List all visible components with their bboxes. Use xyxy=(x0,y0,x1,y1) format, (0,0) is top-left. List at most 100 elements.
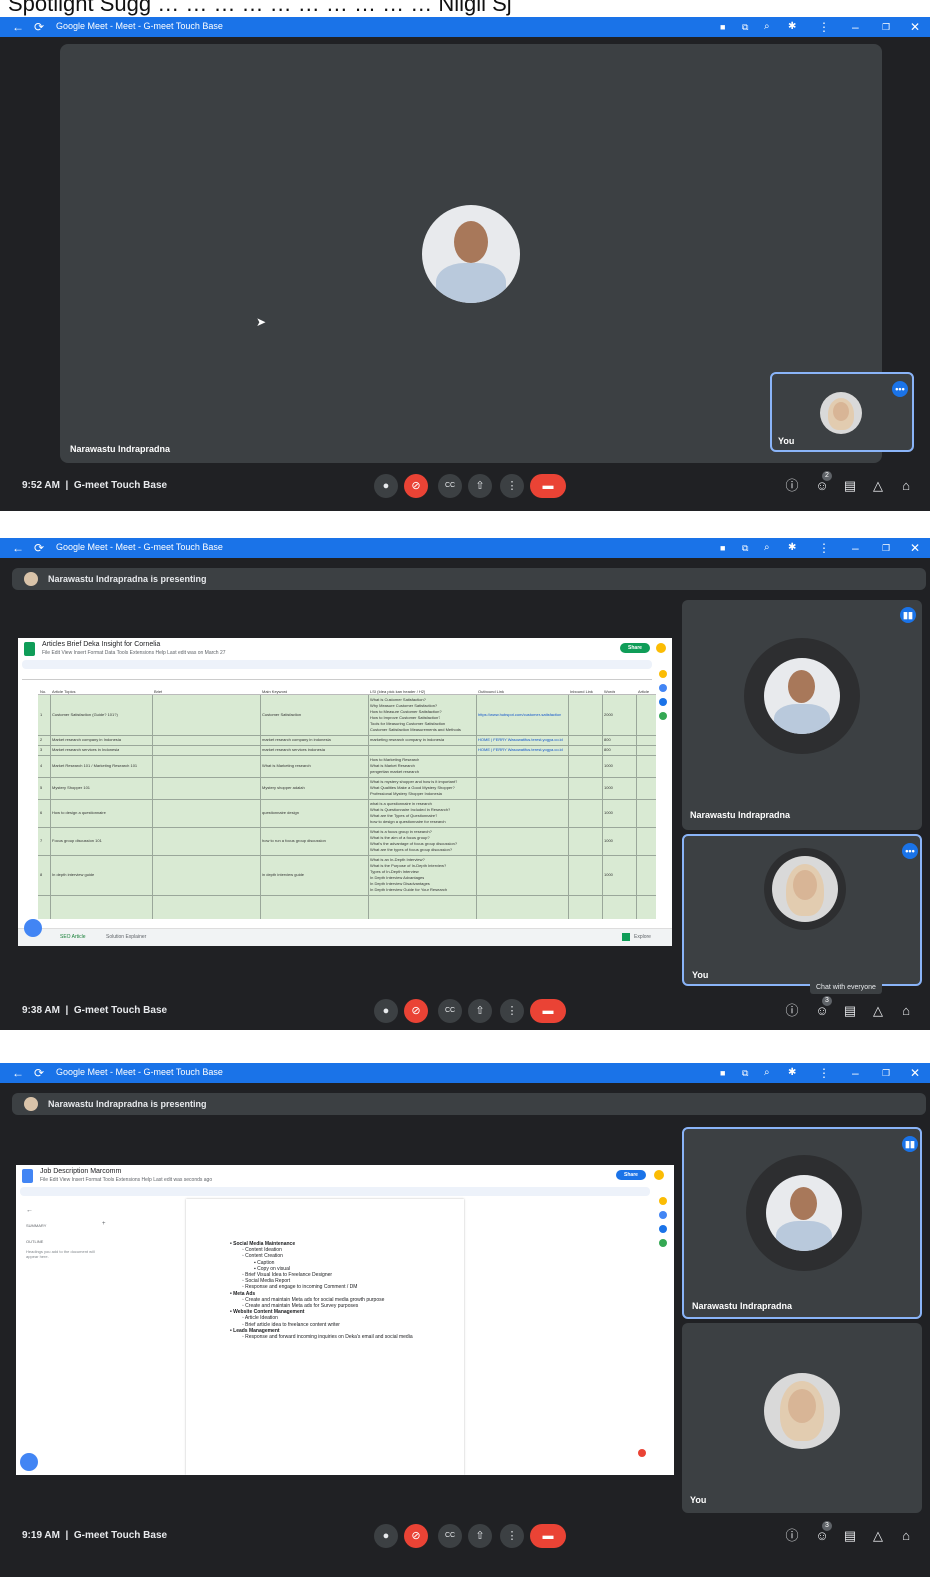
close-icon[interactable]: ✕ xyxy=(910,20,920,34)
camera-icon[interactable]: ■ xyxy=(720,20,725,34)
translate-icon[interactable]: ⧉ xyxy=(742,20,748,34)
translate-icon[interactable]: ⧉ xyxy=(742,541,748,555)
gear-icon[interactable] xyxy=(24,919,42,937)
captions-icon[interactable]: CC xyxy=(438,474,462,498)
hangup-icon[interactable]: ▬ xyxy=(530,1524,566,1548)
explore-label[interactable]: Explore xyxy=(634,934,651,940)
camera-off-icon[interactable]: ⊘ xyxy=(404,1524,428,1548)
zoom-icon[interactable]: ⌕ xyxy=(764,541,770,555)
mic-icon[interactable]: ● xyxy=(374,474,398,498)
reload-icon[interactable]: ⟳ xyxy=(34,1066,44,1080)
reload-icon[interactable]: ⟳ xyxy=(34,20,44,34)
side-tile-narawastu[interactable]: ▮▮ Narawastu Indrapradna xyxy=(682,600,922,830)
shared-document[interactable]: Job Description Marcomm File Edit View I… xyxy=(16,1165,674,1475)
grid-row-line xyxy=(38,827,656,828)
back-arrow-icon[interactable]: ← xyxy=(12,20,24,34)
menu-dots-icon[interactable]: ⋮ xyxy=(818,1066,830,1080)
extensions-icon[interactable]: ✱ xyxy=(788,541,796,555)
shared-spreadsheet[interactable]: Articles Brief Deka Insight for Cornelia… xyxy=(18,638,672,946)
camera-off-icon[interactable]: ⊘ xyxy=(404,999,428,1023)
activities-icon[interactable]: △ xyxy=(868,476,888,496)
cell-words: 1000 xyxy=(604,785,613,790)
present-icon[interactable]: ⇧ xyxy=(468,999,492,1023)
captions-icon[interactable]: CC xyxy=(438,1524,462,1548)
hangup-icon[interactable]: ▬ xyxy=(530,999,566,1023)
extensions-icon[interactable]: ✱ xyxy=(788,1066,796,1080)
presenting-text: Narawastu Indrapradna is presenting xyxy=(48,1099,207,1109)
people-icon[interactable]: ☺ 3 xyxy=(812,1521,832,1546)
back-arrow-icon[interactable]: ← xyxy=(26,1207,33,1214)
menu-dots-icon[interactable]: ⋮ xyxy=(818,541,830,555)
host-controls-icon[interactable]: ⌂ xyxy=(896,1001,916,1021)
doc-toolbar[interactable] xyxy=(20,1187,650,1196)
reload-icon[interactable]: ⟳ xyxy=(34,541,44,555)
activities-icon[interactable]: △ xyxy=(868,1526,888,1546)
share-button[interactable]: Share xyxy=(616,1170,646,1180)
chat-icon[interactable]: ▤ xyxy=(840,1001,860,1021)
back-arrow-icon[interactable]: ← xyxy=(12,1066,24,1080)
mic-icon[interactable]: ● xyxy=(374,999,398,1023)
bullet-item: ◦ Response and engage to incoming Commen… xyxy=(242,1284,358,1291)
share-button[interactable]: Share xyxy=(620,643,650,653)
add-summary-icon[interactable]: + xyxy=(102,1221,106,1227)
minimize-icon[interactable]: – xyxy=(852,541,859,555)
self-view-tile[interactable]: ••• You xyxy=(682,834,922,986)
tab-seo-article[interactable]: SEO Article xyxy=(60,934,86,940)
self-view-tile[interactable]: ••• You xyxy=(770,372,914,452)
captions-icon[interactable]: CC xyxy=(438,999,462,1023)
info-icon[interactable]: ⓘ xyxy=(782,1001,802,1021)
tab-solution-explainer[interactable]: Solution Explainer xyxy=(106,934,146,940)
people-icon[interactable]: ☺ 2 xyxy=(812,471,832,496)
cell-outbound-link[interactable]: HOME | FERRY Wasowatifus.terest.yogya.co… xyxy=(478,747,563,752)
host-controls-icon[interactable]: ⌂ xyxy=(896,476,916,496)
close-icon[interactable]: ✕ xyxy=(910,1066,920,1080)
cell-outbound-link[interactable]: https://www.hubspot.com/customer-satisfa… xyxy=(478,712,561,717)
account-avatar[interactable] xyxy=(656,643,666,653)
more-options-icon[interactable]: ••• xyxy=(892,381,908,397)
gear-icon[interactable] xyxy=(20,1453,38,1471)
camera-off-icon[interactable]: ⊘ xyxy=(404,474,428,498)
activities-icon[interactable]: △ xyxy=(868,1001,888,1021)
hangup-icon[interactable]: ▬ xyxy=(530,474,566,498)
cell-lsi: What is Customer Satisfaction? xyxy=(370,697,426,702)
minimize-icon[interactable]: – xyxy=(852,1066,859,1080)
zoom-icon[interactable]: ⌕ xyxy=(764,20,770,34)
camera-icon[interactable]: ■ xyxy=(720,541,725,555)
account-avatar[interactable] xyxy=(654,1170,664,1180)
avatar-self xyxy=(772,856,838,922)
cell-outbound-link[interactable]: HOME | FERRY Wasowatifus.terest.yogya.co… xyxy=(478,737,563,742)
more-options-icon[interactable]: ••• xyxy=(902,843,918,859)
info-icon[interactable]: ⓘ xyxy=(782,1526,802,1546)
explore-icon[interactable] xyxy=(622,933,630,941)
host-controls-icon[interactable]: ⌂ xyxy=(896,1526,916,1546)
minimize-icon[interactable]: – xyxy=(852,20,859,34)
formula-bar[interactable] xyxy=(22,672,652,680)
chat-icon[interactable]: ▤ xyxy=(840,476,860,496)
extensions-icon[interactable]: ✱ xyxy=(788,20,796,34)
present-icon[interactable]: ⇧ xyxy=(468,1524,492,1548)
more-icon[interactable]: ⋮ xyxy=(500,999,524,1023)
restore-icon[interactable]: ❐ xyxy=(882,20,890,34)
restore-icon[interactable]: ❐ xyxy=(882,541,890,555)
close-icon[interactable]: ✕ xyxy=(910,541,920,555)
chat-icon[interactable]: ▤ xyxy=(840,1526,860,1546)
translate-icon[interactable]: ⧉ xyxy=(742,1066,748,1080)
more-icon[interactable]: ⋮ xyxy=(500,474,524,498)
camera-icon[interactable]: ■ xyxy=(720,1066,725,1080)
menu-dots-icon[interactable]: ⋮ xyxy=(818,20,830,34)
mic-icon[interactable]: ● xyxy=(374,1524,398,1548)
present-icon[interactable]: ⇧ xyxy=(468,474,492,498)
sheet-toolbar[interactable] xyxy=(22,660,652,669)
doc-title: Job Description Marcomm xyxy=(40,1168,122,1175)
back-arrow-icon[interactable]: ← xyxy=(12,541,24,555)
info-icon[interactable]: ⓘ xyxy=(782,476,802,496)
participants-badge: 2 xyxy=(822,471,832,481)
more-icon[interactable]: ⋮ xyxy=(500,1524,524,1548)
people-icon[interactable]: ☺ 3 xyxy=(812,996,832,1021)
zoom-icon[interactable]: ⌕ xyxy=(764,1066,770,1080)
bullet-item: • Leads Management xyxy=(230,1327,280,1334)
restore-icon[interactable]: ❐ xyxy=(882,1066,890,1080)
doc-page[interactable]: • Social Media Maintenance ◦ Content Idea… xyxy=(186,1199,464,1475)
self-view-tile[interactable]: You xyxy=(682,1323,922,1513)
side-tile-narawastu[interactable]: ▮▮ Narawastu Indrapradna xyxy=(682,1127,922,1319)
